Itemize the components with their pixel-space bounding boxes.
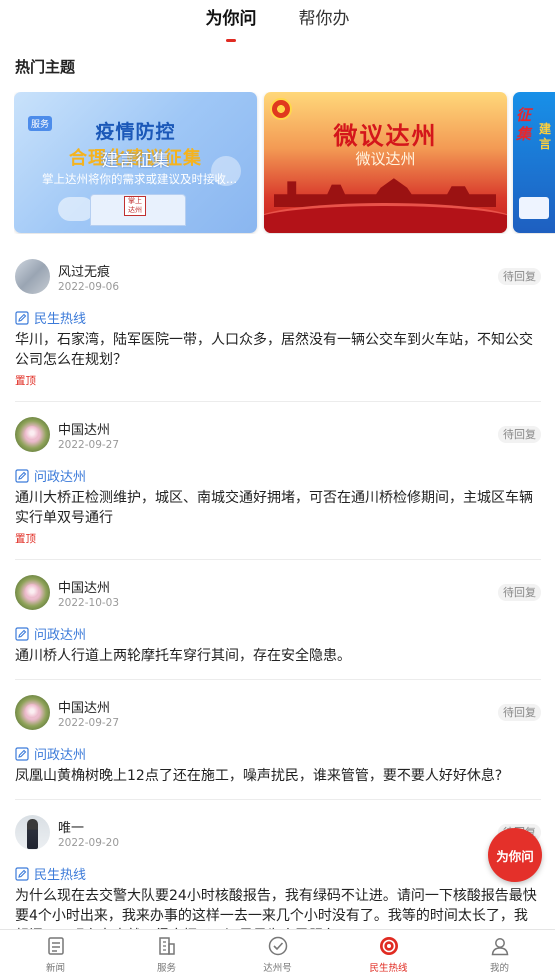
tab-dazhou-account[interactable]: 达州号 — [222, 930, 333, 975]
stamp-illustration: 掌上达州 — [124, 196, 146, 216]
tab-mine[interactable]: 我的 — [444, 930, 555, 975]
author-name: 中国达州 — [58, 701, 111, 716]
post-date: 2022-10-03 — [58, 597, 120, 609]
target-icon — [379, 937, 398, 955]
bottom-tab-bar: 新闻 服务 达州号 民生热线 我的 — [0, 929, 555, 975]
building-icon — [158, 937, 175, 955]
avatar[interactable] — [15, 417, 50, 452]
pinned-label: 置顶 — [15, 533, 36, 545]
category-label: 民生热线 — [34, 868, 87, 883]
post-content[interactable]: 凤凰山黄桷树晚上12点了还在施工，噪声扰民，谁来管管，要不要人好好休息? — [15, 766, 541, 786]
category-link[interactable]: 民生热线 — [15, 308, 86, 327]
question-feed: 风过无痕 2022-09-06 待回复 民生热线 华川，石家湾，陆军医院一带，人… — [15, 244, 541, 960]
tab-ask-for-you[interactable]: 为你问 — [204, 0, 259, 44]
tab-label: 服务 — [156, 963, 176, 974]
user-icon — [491, 938, 508, 956]
hot-topics-title: 热门主题 — [15, 58, 76, 76]
avatar[interactable] — [15, 259, 50, 294]
banner-subheading: 微议达州 — [355, 150, 416, 168]
ask-question-button[interactable]: 为你问 — [488, 828, 542, 882]
edit-icon — [15, 310, 29, 325]
active-tab-indicator — [226, 39, 236, 42]
pinned-label: 置顶 — [15, 375, 36, 387]
status-badge: 待回复 — [498, 584, 541, 601]
post-date: 2022-09-27 — [58, 439, 120, 451]
decorative-bubble — [211, 156, 241, 186]
tab-label: 民生热线 — [369, 963, 408, 974]
banner-heading: 微议达州 — [333, 122, 438, 150]
author-name: 风过无痕 — [58, 265, 111, 280]
post-date: 2022-09-20 — [58, 837, 120, 849]
status-badge: 待回复 — [498, 704, 541, 721]
category-label: 问政达州 — [34, 748, 87, 763]
tab-label: 达州号 — [263, 963, 292, 974]
list-item[interactable]: 风过无痕 2022-09-06 待回复 民生热线 华川，石家湾，陆军医院一带，人… — [15, 244, 541, 402]
post-content[interactable]: 通川桥人行道上两轮摩托车穿行其间，存在安全隐患。 — [15, 646, 541, 666]
news-icon — [47, 937, 64, 955]
post-content[interactable]: 华川，石家湾，陆军医院一带，人口众多，居然没有一辆公交车到火车站，不知公交公司怎… — [15, 330, 541, 370]
edit-icon — [15, 468, 29, 483]
tab-label: 我的 — [489, 963, 509, 974]
avatar[interactable] — [15, 575, 50, 610]
edit-icon — [15, 626, 29, 641]
category-label: 问政达州 — [34, 470, 87, 485]
tab-services[interactable]: 服务 — [111, 930, 222, 975]
banner-vertical-text: 建言 — [539, 122, 552, 151]
author-name: 唯一 — [58, 821, 85, 836]
edit-icon — [15, 746, 29, 761]
category-link[interactable]: 问政达州 — [15, 624, 86, 643]
author-name: 中国达州 — [58, 581, 111, 596]
category-link[interactable]: 民生热线 — [15, 864, 86, 883]
tab-label: 帮你办 — [298, 9, 350, 29]
avatar[interactable] — [15, 815, 50, 850]
list-item[interactable]: 中国达州 2022-10-03 待回复 问政达州 通川桥人行道上两轮摩托车穿行其… — [15, 560, 541, 680]
category-link[interactable]: 问政达州 — [15, 466, 86, 485]
list-item[interactable]: 中国达州 2022-09-27 待回复 问政达州 通川大桥正检测维护，城区、南城… — [15, 402, 541, 560]
banner-vertical-text: 征集 — [516, 106, 532, 143]
author-name: 中国达州 — [58, 423, 111, 438]
wave-decoration — [264, 203, 507, 233]
avatar[interactable] — [15, 695, 50, 730]
edit-icon — [15, 866, 29, 881]
top-tab-bar: 为你问 帮你办 — [0, 0, 555, 44]
banner-illustration — [519, 197, 549, 219]
tab-label: 新闻 — [45, 963, 65, 974]
topic-carousel[interactable]: 服务 疫情防控 合理化建议征集 建言征集 掌上达州将你的需求或建议及时接收...… — [14, 92, 555, 234]
category-label: 问政达州 — [34, 628, 87, 643]
banner-collection[interactable]: 征集 建言 — [513, 92, 555, 233]
post-content[interactable]: 通川大桥正检测维护，城区、南城交通好拥堵，可否在通川桥检修期间，主城区车辆实行单… — [15, 488, 541, 528]
list-item[interactable]: 中国达州 2022-09-27 待回复 问政达州 凤凰山黄桷树晚上12点了还在施… — [15, 680, 541, 800]
tab-news[interactable]: 新闻 — [0, 930, 111, 975]
category-label: 民生热线 — [34, 312, 87, 327]
mask-illustration — [58, 197, 94, 221]
banner-epidemic-suggestions[interactable]: 服务 疫情防控 合理化建议征集 建言征集 掌上达州将你的需求或建议及时接收...… — [14, 92, 257, 233]
tab-livelihood-hotline[interactable]: 民生热线 — [333, 930, 444, 975]
check-circle-icon — [268, 936, 287, 956]
category-link[interactable]: 问政达州 — [15, 744, 86, 763]
status-badge: 待回复 — [498, 426, 541, 443]
post-date: 2022-09-06 — [58, 281, 120, 293]
tab-label: 为你问 — [205, 9, 257, 29]
tab-help-you[interactable]: 帮你办 — [297, 0, 352, 44]
status-badge: 待回复 — [498, 268, 541, 285]
post-date: 2022-09-27 — [58, 717, 120, 729]
banner-heading: 疫情防控 — [95, 121, 176, 143]
banner-weiyi-dazhou[interactable]: 微议达州 微议达州 — [264, 92, 507, 233]
